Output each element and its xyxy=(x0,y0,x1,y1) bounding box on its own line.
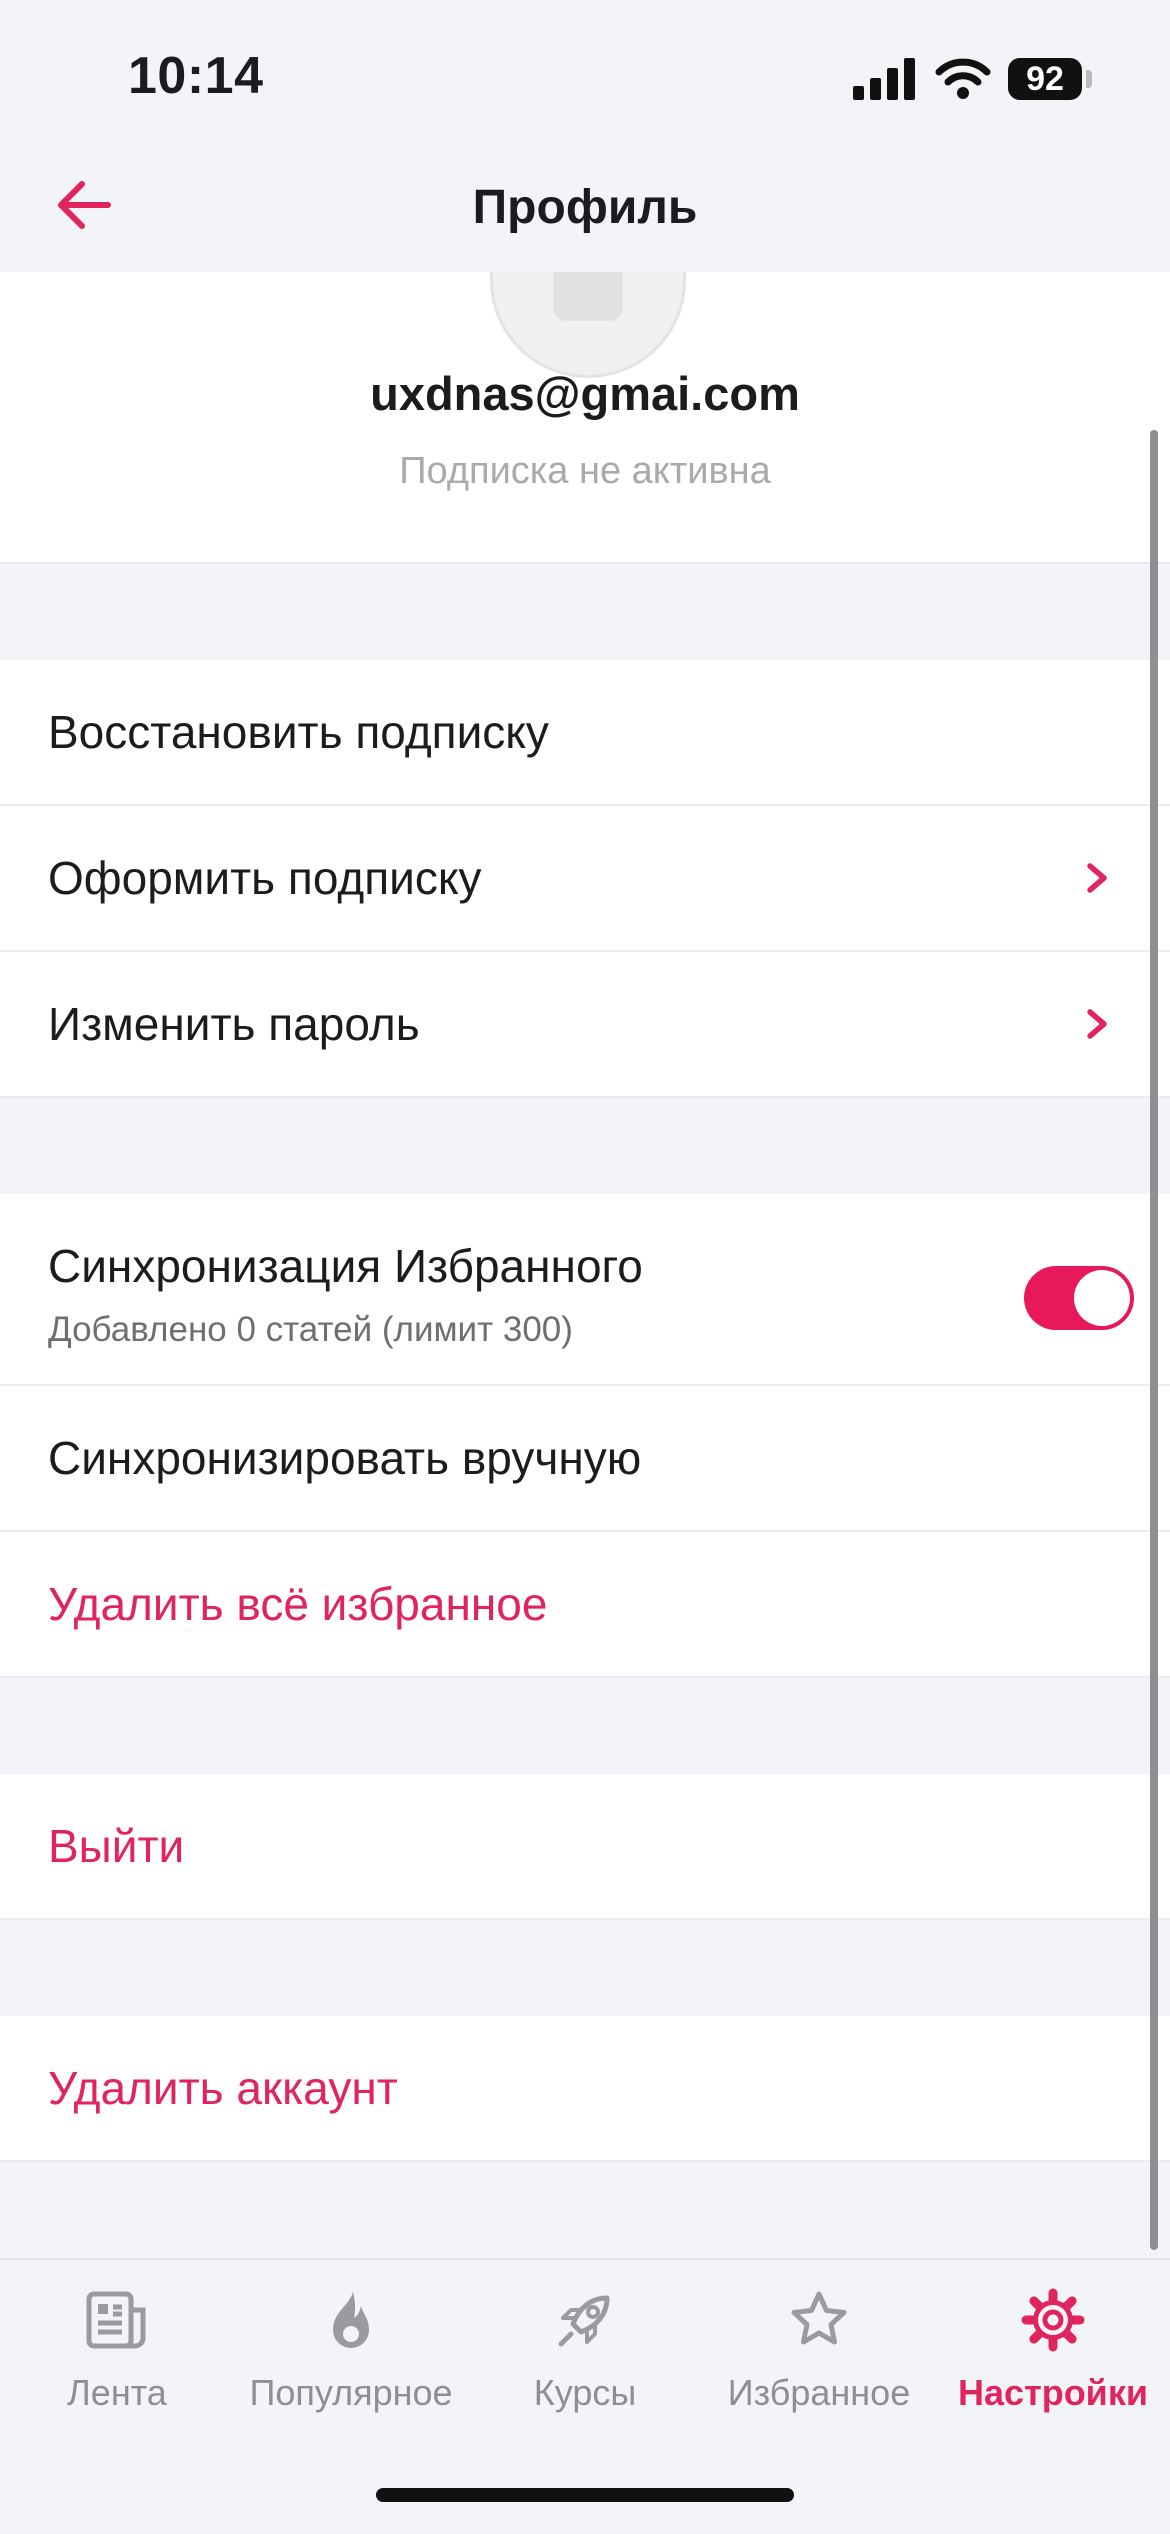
tab-feed-label: Лента xyxy=(67,2372,167,2413)
subscribe-label: Оформить подписку xyxy=(48,852,482,904)
flame-icon xyxy=(333,2292,369,2348)
delete-account-label: Удалить аккаунт xyxy=(48,2062,398,2114)
rocket-icon xyxy=(558,2295,610,2347)
tab-favorites-label: Избранное xyxy=(727,2372,911,2413)
change-password-row[interactable]: Изменить пароль xyxy=(0,952,1170,1098)
toggle-knob xyxy=(1074,1270,1130,1326)
avatar-placeholder xyxy=(553,272,623,321)
avatar[interactable] xyxy=(490,272,686,378)
sync-manual-row[interactable]: Синхронизировать вручную xyxy=(0,1386,1170,1532)
battery-tip xyxy=(1086,70,1092,88)
cellular-signal-icon xyxy=(853,58,915,100)
tab-settings-label: Настройки xyxy=(958,2372,1148,2413)
tab-courses[interactable]: Курсы xyxy=(468,2282,702,2432)
change-password-label: Изменить пароль xyxy=(48,998,420,1050)
newspaper-icon xyxy=(86,2291,146,2349)
star-icon xyxy=(791,2291,847,2345)
tab-popular-label: Популярное xyxy=(249,2372,453,2413)
scrollbar[interactable] xyxy=(1150,430,1158,2250)
favorites-sync-label: Синхронизация Избранного xyxy=(48,1240,643,1292)
profile-header: uxdnas@gmai.com Подписка не активна xyxy=(0,272,1170,564)
favorites-sync-subtitle: Добавлено 0 статей (лимит 300) xyxy=(48,1310,573,1349)
restore-subscription-row[interactable]: Восстановить подписку xyxy=(0,660,1170,806)
favorites-sync-toggle[interactable] xyxy=(1024,1266,1134,1330)
tab-feed[interactable]: Лента xyxy=(0,2282,234,2432)
tab-popular[interactable]: Популярное xyxy=(234,2282,468,2432)
sync-manual-label: Синхронизировать вручную xyxy=(48,1432,642,1484)
chevron-right-icon xyxy=(1087,1009,1107,1039)
wifi-icon xyxy=(935,58,991,99)
status-time: 10:14 xyxy=(128,47,264,105)
page-title: Профиль xyxy=(472,181,698,234)
subscribe-row[interactable]: Оформить подписку xyxy=(0,806,1170,952)
logout-row[interactable]: Выйти xyxy=(0,1774,1170,1920)
logout-label: Выйти xyxy=(48,1820,185,1872)
home-indicator xyxy=(376,2488,794,2502)
restore-subscription-label: Восстановить подписку xyxy=(48,706,549,758)
favorites-sync-row: Синхронизация Избранного Добавлено 0 ста… xyxy=(0,1194,1170,1386)
subscription-status: Подписка не активна xyxy=(399,450,771,492)
tab-favorites[interactable]: Избранное xyxy=(702,2282,936,2432)
delete-favorites-label: Удалить всё избранное xyxy=(48,1578,548,1630)
delete-favorites-row[interactable]: Удалить всё избранное xyxy=(0,1532,1170,1678)
gear-icon xyxy=(1021,2288,1085,2352)
tab-courses-label: Курсы xyxy=(533,2372,637,2413)
chevron-right-icon xyxy=(1087,863,1107,893)
battery-indicator: 92 xyxy=(1008,58,1082,100)
tab-settings[interactable]: Настройки xyxy=(936,2282,1170,2432)
delete-account-row[interactable]: Удалить аккаунт xyxy=(0,2016,1170,2162)
user-email: uxdnas@gmai.com xyxy=(370,367,800,420)
